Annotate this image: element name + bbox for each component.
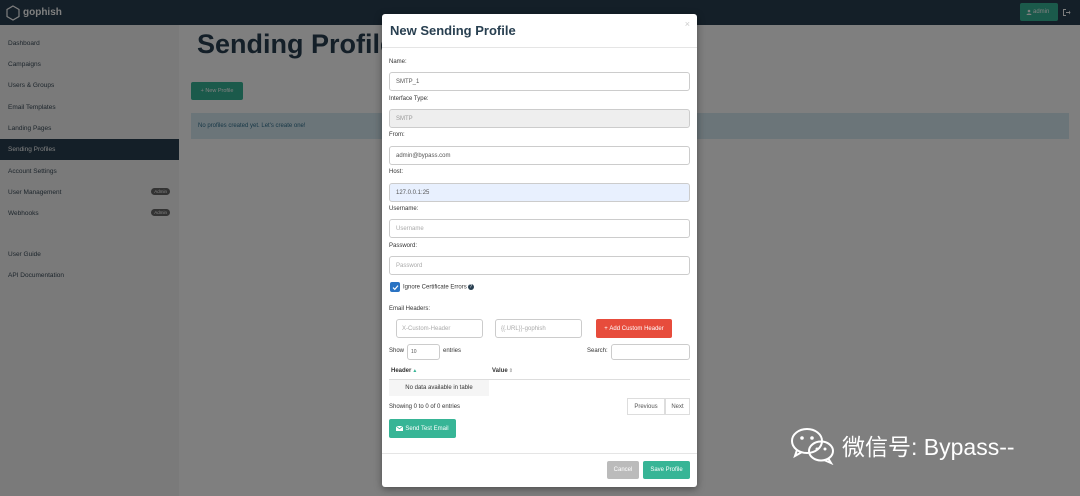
interface-type-input: SMTP [389,109,690,128]
username-input[interactable]: Username [389,219,690,238]
from-label: From: [389,132,405,138]
username-label: Username: [389,206,419,212]
password-label: Password: [389,243,418,249]
modal-header: New Sending Profile × [382,14,697,48]
send-test-email-button[interactable]: Send Test Email [389,419,456,438]
value-column-label: Value [492,368,508,374]
next-page-button[interactable]: Next [665,398,690,415]
modal-footer-divider [382,453,697,454]
save-profile-button[interactable]: Save Profile [643,461,690,479]
entries-label: entries [443,348,462,354]
table-search-input[interactable] [611,344,690,360]
wechat-watermark: 微信号: Bypass-- [790,425,1050,465]
header-value-input[interactable]: {{.URL}}-gophish [495,319,582,338]
checkmark-icon [392,284,398,290]
sort-asc-icon: ▲ [412,368,418,374]
ignore-cert-label: Ignore Certificate Errors [403,284,467,291]
name-label: Name: [389,59,407,65]
previous-page-button[interactable]: Previous [627,398,665,415]
from-input[interactable]: admin@bypass.com [389,146,690,165]
interface-type-label: Interface Type: [389,96,429,102]
header-key-input[interactable]: X-Custom-Header [396,319,483,338]
envelope-icon [396,426,404,431]
help-icon[interactable]: ? [467,284,474,290]
cancel-button[interactable]: Cancel [607,461,639,479]
add-custom-header-label: Add Custom Header [609,325,664,332]
modal-title: New Sending Profile [390,23,516,38]
table-info: Showing 0 to 0 of 0 entries [389,404,461,410]
search-label: Search: [587,348,608,354]
name-input[interactable]: SMTP_1 [389,72,690,91]
new-sending-profile-modal: New Sending Profile × Name: SMTP_1 Inter… [382,14,697,487]
ignore-cert-checkbox[interactable] [390,282,400,292]
sort-icon: ⇕ [508,368,513,374]
close-icon[interactable]: × [685,19,690,29]
password-input[interactable]: Password [389,256,690,275]
send-test-email-label: Send Test Email [405,425,449,432]
header-column[interactable]: Header▲ [391,368,417,374]
value-column[interactable]: Value⇕ [492,368,513,374]
empty-table-message: No data available in table [389,380,489,396]
host-input[interactable]: 127.0.0.1:25 [389,183,690,202]
email-headers-label: Email Headers: [389,306,431,312]
header-column-label: Header [391,368,412,374]
show-label: Show [389,348,405,354]
host-label: Host: [389,169,404,175]
page-length-select[interactable]: 10 [407,344,440,360]
watermark-text: 微信号: Bypass-- [842,434,1015,460]
add-custom-header-button[interactable]: + Add Custom Header [596,319,672,338]
ignore-cert-row: Ignore Certificate Errors? [403,284,474,291]
wechat-icon [791,428,834,465]
